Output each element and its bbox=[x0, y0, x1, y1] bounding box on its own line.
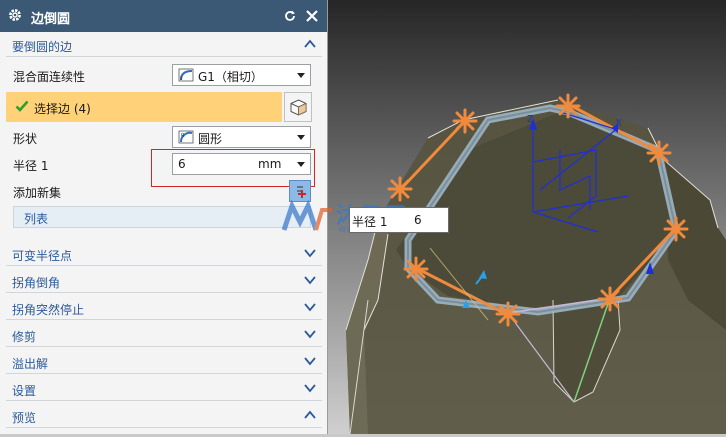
chevron-down-icon[interactable] bbox=[304, 275, 316, 285]
section-edges-to-blend[interactable]: 要倒圆的边 bbox=[6, 34, 322, 57]
chevron-down-icon[interactable] bbox=[304, 356, 316, 366]
list-label: 列表 bbox=[24, 212, 49, 226]
radius-onscreen-input[interactable]: 半径 1 6 bbox=[349, 207, 449, 233]
section-label: 拐角突然停止 bbox=[12, 303, 85, 317]
section-edges-label: 要倒圆的边 bbox=[12, 40, 73, 54]
continuity-label: 混合面连续性 bbox=[13, 70, 86, 84]
continuity-dropdown[interactable]: G1（相切） bbox=[172, 64, 311, 86]
section-label: 可变半径点 bbox=[12, 249, 73, 263]
shape-value: 圆形 bbox=[198, 132, 223, 146]
radius-tip-value[interactable]: 6 bbox=[414, 213, 422, 227]
dialog-title: 边倒圆 bbox=[31, 12, 71, 27]
reset-icon[interactable] bbox=[283, 9, 297, 23]
dropdown-arrow-icon bbox=[297, 73, 305, 78]
dialog-titlebar: 边倒圆 bbox=[0, 0, 327, 32]
cube-icon bbox=[290, 99, 307, 116]
section-corner-setback[interactable]: 拐角倒角 bbox=[6, 270, 322, 293]
add-set-icon bbox=[297, 186, 306, 198]
surface-continuity-icon bbox=[178, 68, 194, 82]
checkmark-icon bbox=[15, 100, 29, 112]
section-preview-label: 预览 bbox=[12, 411, 37, 425]
section-stop-short-of-corner[interactable]: 拐角突然停止 bbox=[6, 297, 322, 320]
shape-label: 形状 bbox=[13, 132, 38, 146]
chevron-down-icon[interactable] bbox=[304, 383, 316, 393]
section-label: 修剪 bbox=[12, 330, 37, 344]
chevron-down-icon[interactable] bbox=[304, 329, 316, 339]
section-label: 溢出解 bbox=[12, 357, 49, 371]
add-new-set-label: 添加新集 bbox=[13, 186, 62, 200]
radius-label: 半径 1 bbox=[13, 159, 49, 173]
chevron-up-icon[interactable] bbox=[304, 39, 316, 49]
list-box[interactable]: 列表 bbox=[13, 206, 311, 228]
dropdown-arrow-icon bbox=[297, 135, 305, 140]
section-trim[interactable]: 修剪 bbox=[6, 324, 322, 347]
add-new-set-button[interactable] bbox=[289, 180, 311, 202]
section-label: 设置 bbox=[12, 384, 37, 398]
select-edges-label: 选择边 (4) bbox=[34, 102, 91, 116]
radius-tip-label: 半径 1 bbox=[352, 215, 388, 229]
circular-shape-icon: R bbox=[178, 130, 194, 144]
svg-text:Z: Z bbox=[527, 114, 534, 125]
svg-text:X: X bbox=[615, 118, 622, 129]
select-edges-row[interactable]: 选择边 (4) bbox=[6, 92, 282, 122]
continuity-value: G1（相切） bbox=[198, 70, 263, 84]
section-settings[interactable]: 设置 bbox=[6, 378, 322, 401]
edge-blend-dialog: 边倒圆 要倒圆的边 混合面连续性 G1（相切） 选择边 (4) 形状 R 圆形 … bbox=[0, 0, 328, 434]
select-edges-cube-button[interactable] bbox=[284, 92, 312, 122]
section-overflow-resolution[interactable]: 溢出解 bbox=[6, 351, 322, 374]
chevron-down-icon[interactable] bbox=[304, 248, 316, 258]
chevron-up-icon[interactable] bbox=[304, 410, 316, 420]
svg-text:R: R bbox=[181, 133, 185, 139]
section-variable-radius[interactable]: 可变半径点 bbox=[6, 243, 322, 266]
section-label: 拐角倒角 bbox=[12, 276, 61, 290]
gear-icon bbox=[9, 9, 21, 21]
close-icon[interactable] bbox=[305, 9, 319, 23]
section-preview[interactable]: 预览 bbox=[6, 405, 322, 428]
chevron-down-icon[interactable] bbox=[304, 302, 316, 312]
shape-dropdown[interactable]: R 圆形 bbox=[172, 126, 311, 148]
